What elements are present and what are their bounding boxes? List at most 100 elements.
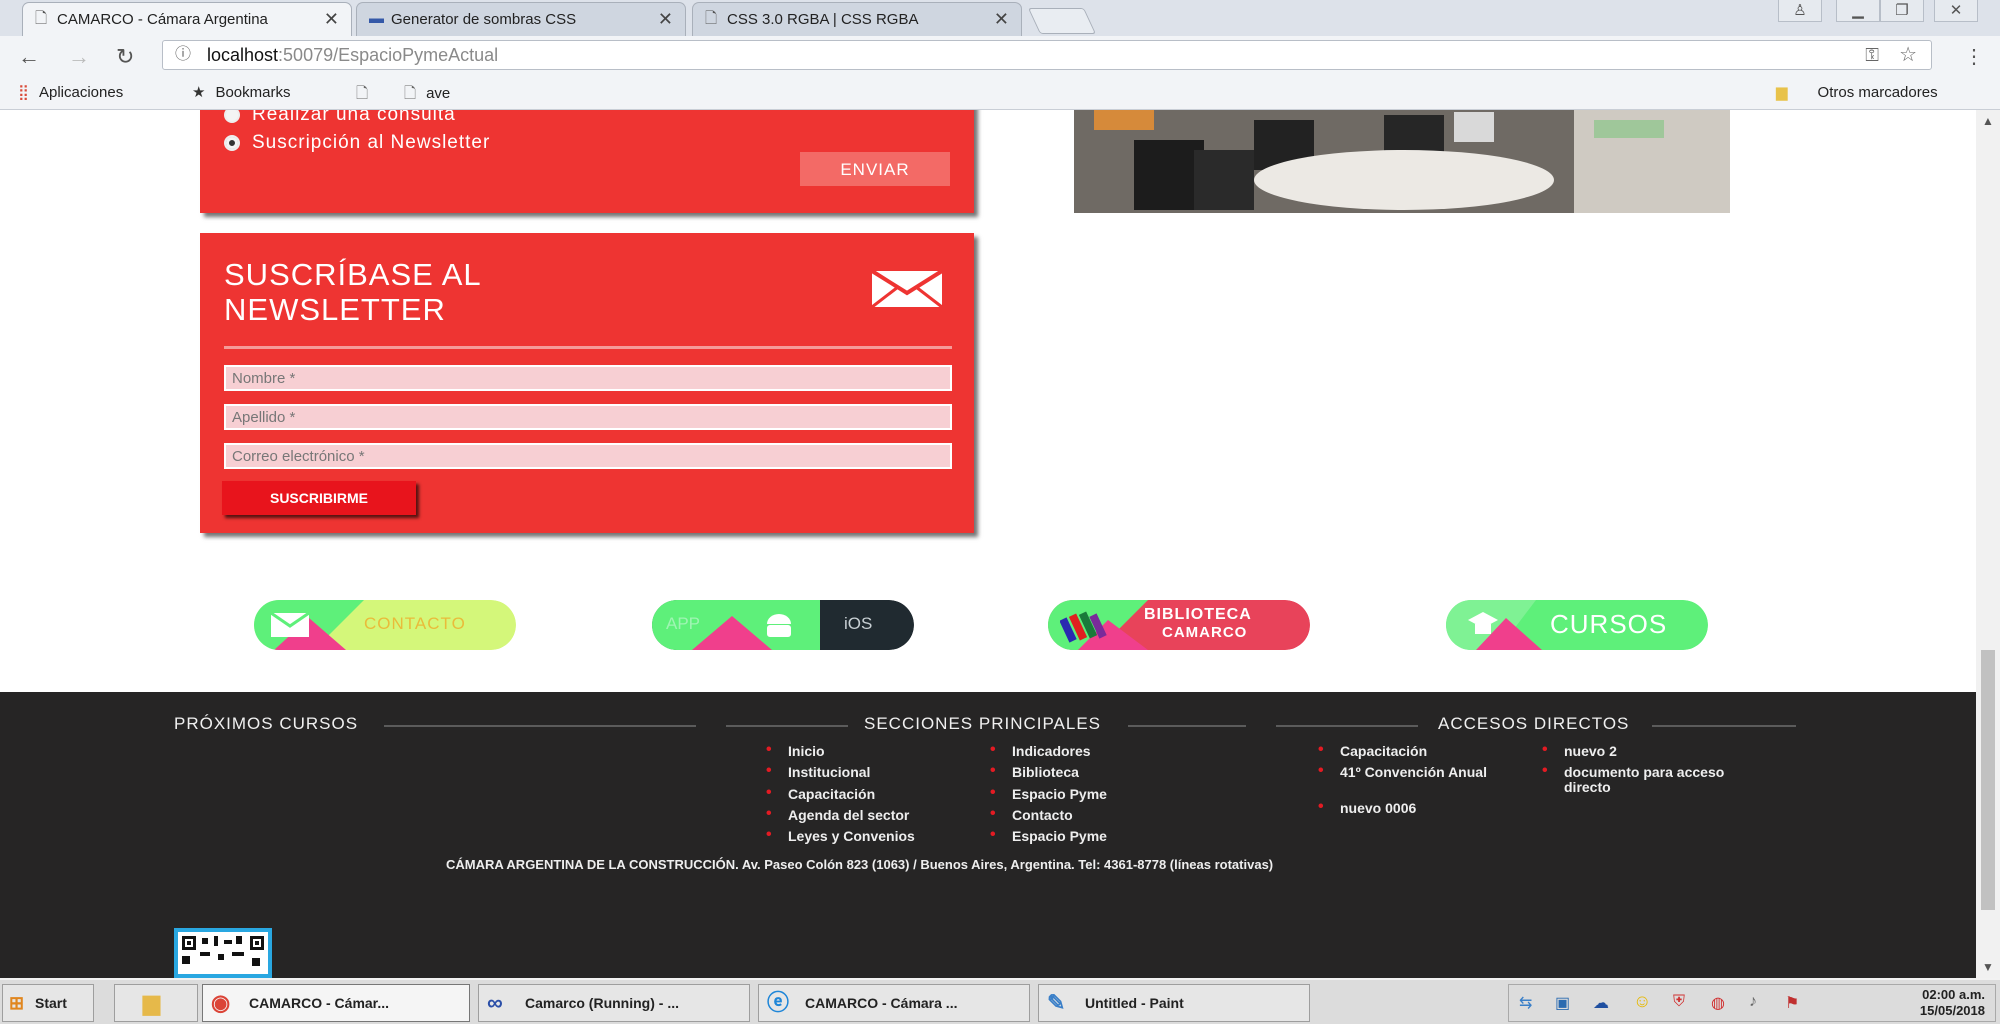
- new-tab-button[interactable]: [1027, 8, 1097, 34]
- radio-option-newsletter[interactable]: Suscripción al Newsletter: [224, 132, 490, 154]
- info-icon[interactable]: ⓘ: [175, 41, 191, 69]
- page-scrollbar[interactable]: ▲ ▼: [1976, 110, 2000, 978]
- newsletter-box: SUSCRÍBASE AL NEWSLETTER Nombre * Apelli…: [200, 233, 974, 533]
- send-button[interactable]: ENVIAR: [800, 152, 950, 186]
- bookmarks-bar: ⣿ Aplicaciones ★ Bookmarks 🗋 🗋 ave ▆ Otros m…: [0, 76, 2000, 110]
- email-field[interactable]: Correo electrónico *: [224, 443, 952, 469]
- cursos-button[interactable]: CURSOS: [1446, 600, 1708, 650]
- newsletter-title: SUSCRÍBASE AL NEWSLETTER: [224, 257, 482, 327]
- star-icon: ★: [192, 84, 206, 101]
- bookmark-other[interactable]: ▆ Otros marcadores: [1776, 83, 1938, 101]
- address-toolbar: ← → ↻ ⓘ localhost:50079/EspacioPymeActua…: [0, 36, 2000, 76]
- speaker-icon[interactable]: ♪: [1749, 993, 1757, 1011]
- radio-button-selected[interactable]: [224, 134, 240, 151]
- restore-icon[interactable]: ❐: [1880, 0, 1924, 22]
- footer-link[interactable]: documento para acceso directo: [1542, 763, 1734, 795]
- footer-link[interactable]: Capacitación: [1318, 742, 1427, 759]
- chrome-icon: ◉: [211, 990, 231, 1015]
- bookmark-label: Bookmarks: [215, 84, 291, 101]
- browser-tab-bar: 🗋 CAMARCO - Cámara Argentina ✕ ▬ Generat…: [0, 0, 2000, 36]
- footer-link[interactable]: Contacto: [990, 806, 1073, 823]
- footer-link[interactable]: nuevo 2: [1542, 742, 1617, 759]
- footer-link[interactable]: Leyes y Convenios: [766, 827, 915, 844]
- footer-link[interactable]: nuevo 0006: [1318, 799, 1416, 816]
- bookmark-label: ave: [426, 85, 451, 102]
- qr-pattern: [182, 936, 264, 966]
- user-icon[interactable]: ♙: [1778, 0, 1822, 22]
- radio-button[interactable]: [224, 110, 240, 123]
- newsletter-title-line: SUSCRÍBASE AL: [224, 257, 482, 292]
- app-button[interactable]: APP iOS: [652, 600, 914, 650]
- envelope-icon: [870, 269, 944, 309]
- camarco-label: CAMARCO: [1162, 624, 1248, 641]
- tab-generator[interactable]: ▬ Generator de sombras CSS ✕: [356, 2, 686, 36]
- url-bar[interactable]: ⓘ localhost:50079/EspacioPymeActual ⚿ ☆: [162, 40, 1932, 70]
- tab-title: Generator de sombras CSS: [391, 11, 577, 28]
- scroll-thumb[interactable]: [1981, 650, 1995, 910]
- apellido-field[interactable]: Apellido *: [224, 404, 952, 430]
- tab-camarco[interactable]: 🗋 CAMARCO - Cámara Argentina ✕: [22, 2, 352, 36]
- url-host: localhost: [207, 45, 279, 65]
- taskbar-item-paint[interactable]: ✎ Untitled - Paint: [1038, 984, 1310, 1022]
- bookmark-bookmarks[interactable]: ★ Bookmarks: [192, 83, 290, 101]
- explorer-button[interactable]: ▆: [114, 984, 198, 1022]
- back-arrow-icon[interactable]: ←: [18, 44, 40, 70]
- footer-link[interactable]: Espacio Pyme: [990, 785, 1107, 802]
- browser-menu-icon[interactable]: ⋮: [1964, 44, 1984, 69]
- tab-title: CSS 3.0 RGBA | CSS RGBA: [727, 11, 919, 28]
- windows-logo-icon: ⊞: [9, 993, 25, 1013]
- scroll-down-icon[interactable]: ▼: [1976, 960, 2000, 974]
- bookmark-ave[interactable]: 🗋 ave: [404, 83, 450, 108]
- divider: [224, 346, 952, 349]
- footer-link[interactable]: Espacio Pyme: [990, 827, 1107, 844]
- system-clock[interactable]: 02:00 a.m. 15/05/2018: [1920, 987, 1985, 1019]
- footer-link[interactable]: Biblioteca: [990, 763, 1079, 780]
- scroll-up-icon[interactable]: ▲: [1976, 114, 2000, 128]
- nombre-field[interactable]: Nombre *: [224, 365, 952, 391]
- radio-option-consulta[interactable]: Realizar una consulta: [224, 110, 456, 126]
- antivirus-icon[interactable]: ◍: [1711, 993, 1725, 1013]
- tab-css-rgba[interactable]: 🗋 CSS 3.0 RGBA | CSS RGBA ✕: [692, 2, 1022, 36]
- start-button[interactable]: ⊞ Start: [2, 984, 94, 1022]
- taskbar-item-ie[interactable]: ⓔ CAMARCO - Cámara ...: [758, 984, 1030, 1022]
- windows-taskbar: ⊞ Start ▆ ◉ CAMARCO - Cámar... ∞ Camarco…: [0, 978, 2000, 1024]
- close-icon[interactable]: ✕: [324, 9, 339, 30]
- monitor-icon[interactable]: ▣: [1555, 993, 1570, 1013]
- footer-link[interactable]: Institucional: [766, 763, 871, 780]
- close-icon[interactable]: ✕: [658, 9, 673, 30]
- footer-link[interactable]: Inicio: [766, 742, 824, 759]
- taskbar-item-visual-studio[interactable]: ∞ Camarco (Running) - ...: [478, 984, 750, 1022]
- shield-icon[interactable]: ⛨: [1673, 993, 1685, 1011]
- network-icon[interactable]: ⇆: [1519, 993, 1532, 1013]
- bookmark-star-icon[interactable]: ☆: [1899, 41, 1917, 69]
- reload-icon[interactable]: ↻: [116, 44, 134, 70]
- footer-link[interactable]: Capacitación: [766, 785, 875, 802]
- footer-link[interactable]: Indicadores: [990, 742, 1090, 759]
- key-icon[interactable]: ⚿: [1865, 41, 1879, 69]
- alert-icon[interactable]: ⚑: [1785, 993, 1799, 1013]
- cloud-icon[interactable]: ☁: [1593, 993, 1609, 1013]
- divider: [726, 725, 848, 727]
- bookmark-page[interactable]: 🗋: [356, 83, 378, 108]
- taskbar-label: CAMARCO - Cámara ...: [805, 995, 958, 1011]
- accesos-heading: ACCESOS DIRECTOS: [1438, 714, 1630, 733]
- contacto-button[interactable]: CONTACTO: [254, 600, 516, 650]
- bookmark-aplicaciones[interactable]: ⣿ Aplicaciones: [18, 83, 123, 101]
- clock-date: 15/05/2018: [1919, 1003, 1985, 1018]
- divider: [1276, 725, 1418, 727]
- taskbar-label: Untitled - Paint: [1085, 995, 1184, 1011]
- office-photo: [1074, 110, 1730, 213]
- close-icon[interactable]: ✕: [994, 9, 1009, 30]
- close-window-icon[interactable]: ✕: [1934, 0, 1978, 22]
- smiley-icon[interactable]: ☺: [1633, 991, 1651, 1012]
- biblioteca-button[interactable]: BIBLIOTECA CAMARCO: [1048, 600, 1310, 650]
- footer-link[interactable]: 41º Convención Anual: [1318, 763, 1490, 780]
- contacto-label: CONTACTO: [364, 614, 466, 633]
- android-icon: [767, 614, 791, 637]
- subscribe-button[interactable]: SUSCRIBIRME: [222, 481, 416, 515]
- footer-link[interactable]: Agenda del sector: [766, 806, 909, 823]
- divider: [384, 725, 696, 727]
- forward-arrow-icon[interactable]: →: [68, 44, 90, 70]
- taskbar-item-chrome[interactable]: ◉ CAMARCO - Cámar...: [202, 984, 470, 1022]
- minimize-icon[interactable]: ▁: [1836, 0, 1880, 22]
